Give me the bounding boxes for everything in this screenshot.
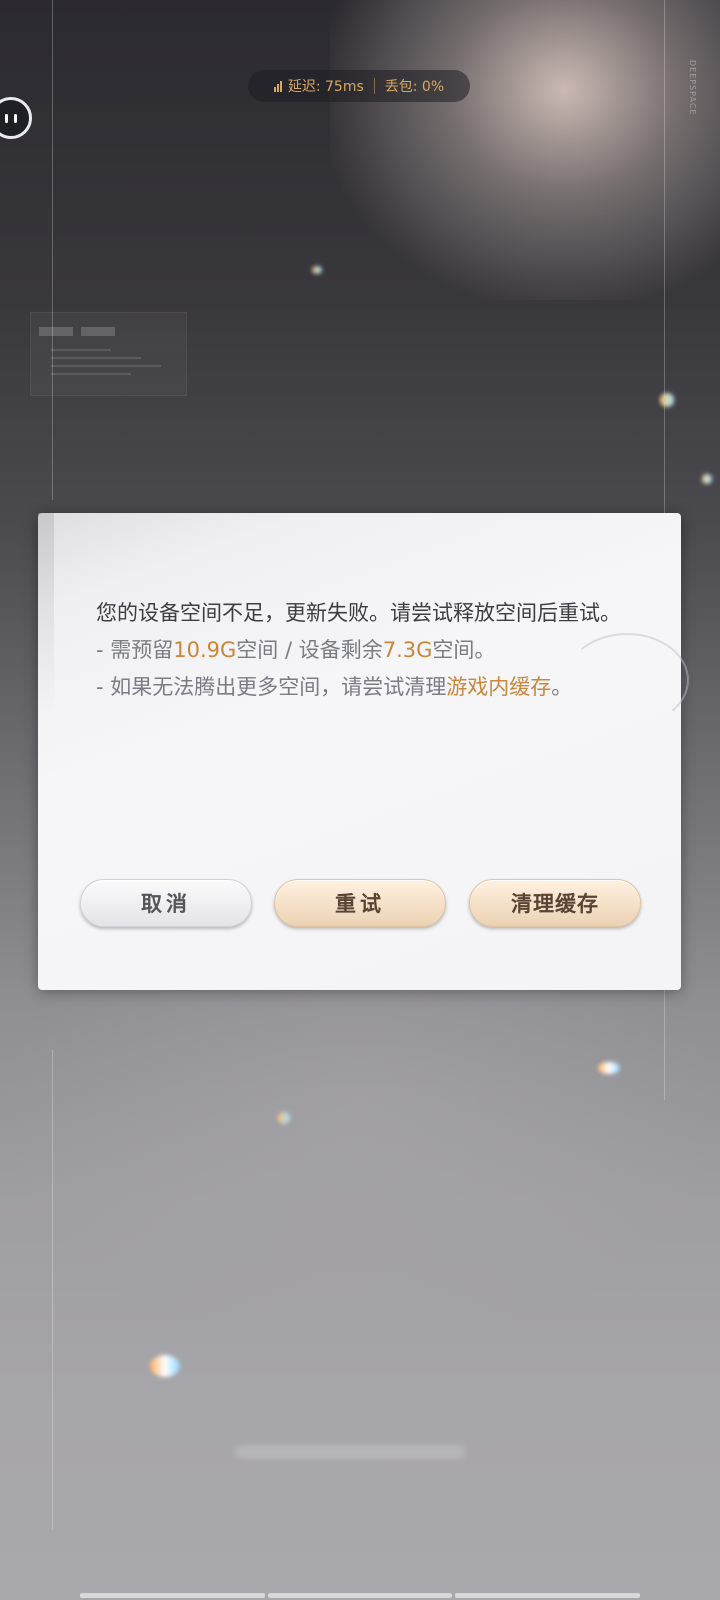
clear-cache-button[interactable]: 清理缓存: [469, 879, 641, 927]
sparkle: [312, 266, 322, 274]
cancel-button[interactable]: 取消: [80, 879, 252, 927]
hint-prefix: - 如果无法腾出更多空间，请尝试清理: [96, 675, 447, 699]
background-haze: [0, 950, 720, 1350]
dialog-edge-decor: [38, 513, 54, 713]
network-status: 延迟: 75ms 丢包: 0%: [248, 70, 470, 102]
message-clear-hint: - 如果无法腾出更多空间，请尝试清理游戏内缓存。: [96, 669, 630, 706]
sparkle: [598, 1062, 620, 1074]
decor-tag: [39, 327, 73, 336]
progress-segment: [267, 1593, 453, 1598]
detail-prefix: - 需预留: [96, 638, 174, 662]
floating-assistant-button[interactable]: [0, 97, 32, 139]
hint-suffix: 。: [551, 675, 573, 699]
eye-icon: [5, 113, 8, 123]
game-cache-link[interactable]: 游戏内缓存: [446, 675, 551, 699]
divider: [373, 78, 375, 94]
required-space-value: 10.9G: [173, 638, 237, 662]
message-space-detail: - 需预留10.9G空间 / 设备剩余7.3G空间。: [96, 632, 630, 669]
decor-tag: [81, 327, 115, 336]
latency-label: 延迟: 75ms: [287, 79, 364, 95]
sparkle: [278, 1112, 290, 1124]
packet-loss-label: 丢包: 0%: [384, 79, 445, 95]
blurred-caption: [235, 1445, 465, 1459]
storage-error-dialog: 您的设备空间不足，更新失败。请尝试释放空间后重试。 - 需预留10.9G空间 /…: [38, 513, 689, 990]
decor-line: [51, 349, 111, 351]
side-label: DEEPSPACE: [688, 60, 697, 116]
sparkle: [660, 393, 674, 407]
retry-button[interactable]: 重试: [274, 879, 446, 927]
background-glow: [330, 0, 720, 300]
progress-segment: [80, 1593, 265, 1598]
progress-segment: [455, 1593, 641, 1598]
decor-panel: [30, 312, 187, 396]
detail-middle: 空间 / 设备剩余: [236, 638, 383, 662]
decor-line-left-lower: [52, 1050, 53, 1530]
signal-icon: [273, 80, 282, 92]
decor-line: [51, 357, 141, 359]
message-main: 您的设备空间不足，更新失败。请尝试释放空间后重试。: [96, 601, 621, 625]
sparkle: [702, 474, 712, 484]
dialog-message: 您的设备空间不足，更新失败。请尝试释放空间后重试。 - 需预留10.9G空间 /…: [96, 595, 630, 706]
decor-line-left: [52, 0, 53, 500]
decor-line: [51, 365, 161, 367]
decor-line: [51, 373, 131, 375]
detail-suffix: 空间。: [432, 638, 496, 662]
sparkle: [150, 1355, 180, 1377]
progress-bar: [80, 1593, 641, 1598]
eye-icon: [14, 113, 17, 123]
free-space-value: 7.3G: [382, 638, 433, 662]
